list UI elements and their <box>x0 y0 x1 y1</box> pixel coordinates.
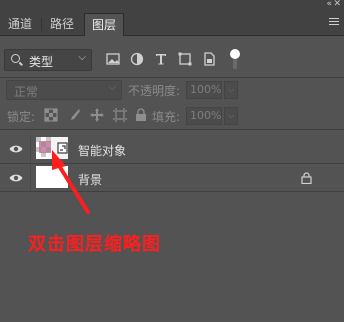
divider <box>0 129 344 130</box>
background-thumbnail[interactable] <box>36 166 68 188</box>
eye-icon[interactable] <box>9 171 23 185</box>
opacity-input[interactable]: 100% <box>186 81 222 99</box>
lock-label: 锁定: <box>7 110 36 124</box>
fill-label: 填充: <box>152 110 181 124</box>
lock-transparent-icon[interactable] <box>44 108 58 122</box>
layer-row-background[interactable]: 背景 <box>0 164 344 192</box>
collapse-panel-icon[interactable]: « <box>326 0 332 9</box>
shape-filter-icon[interactable] <box>178 52 192 66</box>
adjustment-filter-icon[interactable] <box>130 52 144 66</box>
opacity-label: 不透明度: <box>128 84 181 98</box>
type-filter-icon[interactable] <box>154 52 168 66</box>
lock-icon <box>301 172 312 184</box>
filter-type-label: 类型 <box>29 55 54 69</box>
tab-layers[interactable]: 图层 <box>84 13 124 36</box>
tab-paths[interactable]: 路径 <box>42 13 82 36</box>
image-filter-icon[interactable] <box>106 52 120 66</box>
lock-all-icon[interactable] <box>134 108 148 122</box>
blend-mode-select[interactable]: 正常 ⌵ <box>6 80 122 100</box>
layer-name[interactable]: 智能对象 <box>78 142 126 159</box>
close-panel-icon[interactable]: ✕ <box>333 0 341 9</box>
filter-type-select[interactable]: 类型 ⌵ <box>4 49 92 71</box>
visibility-divider <box>30 135 31 163</box>
layer-filter-row: 类型 ⌵ <box>0 37 344 77</box>
filter-toggle-icon[interactable] <box>230 49 240 59</box>
eye-icon[interactable] <box>9 142 23 156</box>
lock-artboard-icon[interactable] <box>113 108 127 122</box>
lock-row: 锁定: 填充: 100% ⌵ <box>0 104 344 126</box>
panel-title-strip: « ✕ <box>0 0 344 10</box>
smart-object-filter-icon[interactable] <box>202 52 216 66</box>
fill-input[interactable]: 100% <box>186 107 222 125</box>
chevron-down-icon: ⌵ <box>78 52 86 63</box>
tab-channels[interactable]: 通道 <box>0 13 40 36</box>
lock-position-icon[interactable] <box>90 108 104 122</box>
panel-menu-icon[interactable] <box>329 18 339 28</box>
chevron-down-icon: ⌵ <box>108 82 116 93</box>
fill-dropdown-button[interactable]: ⌵ <box>224 107 238 125</box>
opacity-dropdown-button[interactable]: ⌵ <box>224 81 238 99</box>
annotation-text: 双击图层缩略图 <box>28 234 161 255</box>
panel-tab-bar: 通道 路径 图层 <box>0 10 344 36</box>
visibility-divider <box>30 164 31 192</box>
layer-row-smart-object[interactable]: 智能对象 <box>0 135 344 163</box>
lock-paint-icon[interactable] <box>67 108 81 122</box>
search-icon <box>11 54 20 63</box>
smart-object-thumbnail[interactable] <box>36 137 68 159</box>
blend-row: 正常 ⌵ 不透明度: 100% ⌵ <box>0 78 344 102</box>
layer-divider <box>0 191 344 192</box>
blend-mode-label: 正常 <box>14 85 39 99</box>
filter-toggle-track <box>233 59 237 69</box>
layer-name[interactable]: 背景 <box>78 171 102 188</box>
